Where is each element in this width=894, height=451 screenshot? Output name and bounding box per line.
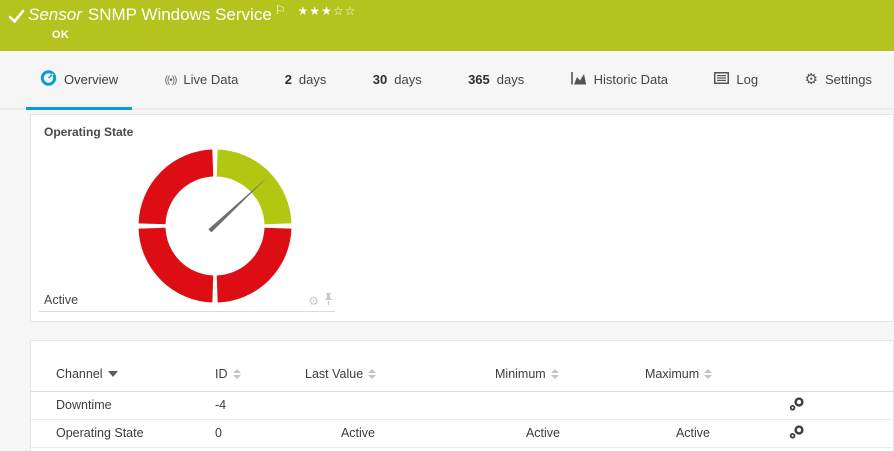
- object-kind-label: Sensor: [28, 5, 82, 24]
- ok-check-icon: [8, 9, 25, 29]
- page-title: SNMP Windows Service: [88, 5, 272, 24]
- channels-table: Channel ID Last Value Minimum Maximum Do…: [31, 357, 893, 448]
- table-header-row: Channel ID Last Value Minimum Maximum: [31, 357, 893, 391]
- sort-icon: [551, 369, 559, 379]
- channel-name-cell: Downtime: [31, 391, 215, 419]
- log-icon: [714, 72, 729, 87]
- sensor-status-header: Sensor SNMP Windows Service⚐ ★★★☆☆ OK: [0, 0, 894, 51]
- channel-id-cell: 0: [215, 419, 305, 447]
- priority-stars[interactable]: ★★★☆☆: [298, 4, 357, 18]
- column-header-id[interactable]: ID: [215, 367, 241, 381]
- gauge-value-label: Active: [44, 293, 78, 307]
- tab-historic-data[interactable]: Historic Data: [557, 51, 682, 108]
- channel-maximum-cell: [645, 391, 710, 419]
- sort-desc-icon: [108, 371, 118, 377]
- gauge-channel-title: Operating State: [44, 125, 133, 139]
- sort-icon: [704, 369, 712, 379]
- tab-log[interactable]: Log: [700, 51, 772, 108]
- column-header-maximum[interactable]: Maximum: [645, 367, 712, 381]
- column-header-minimum[interactable]: Minimum: [495, 367, 559, 381]
- channels-table-panel: Channel ID Last Value Minimum Maximum Do…: [30, 340, 894, 451]
- tab-365-days[interactable]: 365 days: [454, 51, 538, 108]
- tab-2-days[interactable]: 2 days: [271, 51, 341, 108]
- sort-icon: [233, 369, 241, 379]
- gauge-footer: Active ⚙: [39, 291, 335, 312]
- column-header-last-value[interactable]: Last Value: [305, 367, 376, 381]
- live-data-icon: ((•)): [165, 72, 177, 87]
- tab-bar: Overview ((•)) Live Data 2 days 30 days …: [0, 51, 894, 110]
- operating-state-gauge[interactable]: [135, 146, 295, 306]
- channel-name-cell: Operating State: [31, 419, 215, 447]
- channel-settings-icon[interactable]: [788, 424, 805, 440]
- channel-row[interactable]: Downtime -4: [31, 391, 893, 419]
- flag-icon[interactable]: ⚐: [275, 3, 286, 17]
- gauge-icon: [40, 70, 57, 89]
- channel-settings-icon[interactable]: [788, 396, 805, 412]
- tab-overview[interactable]: Overview: [26, 51, 132, 108]
- status-badge: OK: [52, 29, 69, 41]
- channel-maximum-cell: Active: [645, 419, 710, 447]
- channel-minimum-cell: Active: [495, 419, 560, 447]
- channel-last-value-cell: Active: [305, 419, 375, 447]
- tab-live-data[interactable]: ((•)) Live Data: [151, 51, 253, 108]
- tab-settings[interactable]: ⚙ Settings: [791, 51, 886, 108]
- channel-last-value-cell: [305, 391, 375, 419]
- sort-icon: [368, 369, 376, 379]
- column-header-channel[interactable]: Channel: [56, 367, 118, 381]
- channel-id-cell: -4: [215, 391, 305, 419]
- gear-icon: ⚙: [805, 72, 818, 87]
- channel-minimum-cell: [495, 391, 560, 419]
- pin-icon[interactable]: [324, 293, 333, 307]
- tab-30-days[interactable]: 30 days: [359, 51, 436, 108]
- channel-row[interactable]: Operating State 0 Active Active Active: [31, 419, 893, 447]
- gear-icon[interactable]: ⚙: [308, 295, 319, 307]
- historic-data-icon: [571, 72, 587, 88]
- overview-gauge-panel: Operating State Active ⚙: [30, 114, 894, 322]
